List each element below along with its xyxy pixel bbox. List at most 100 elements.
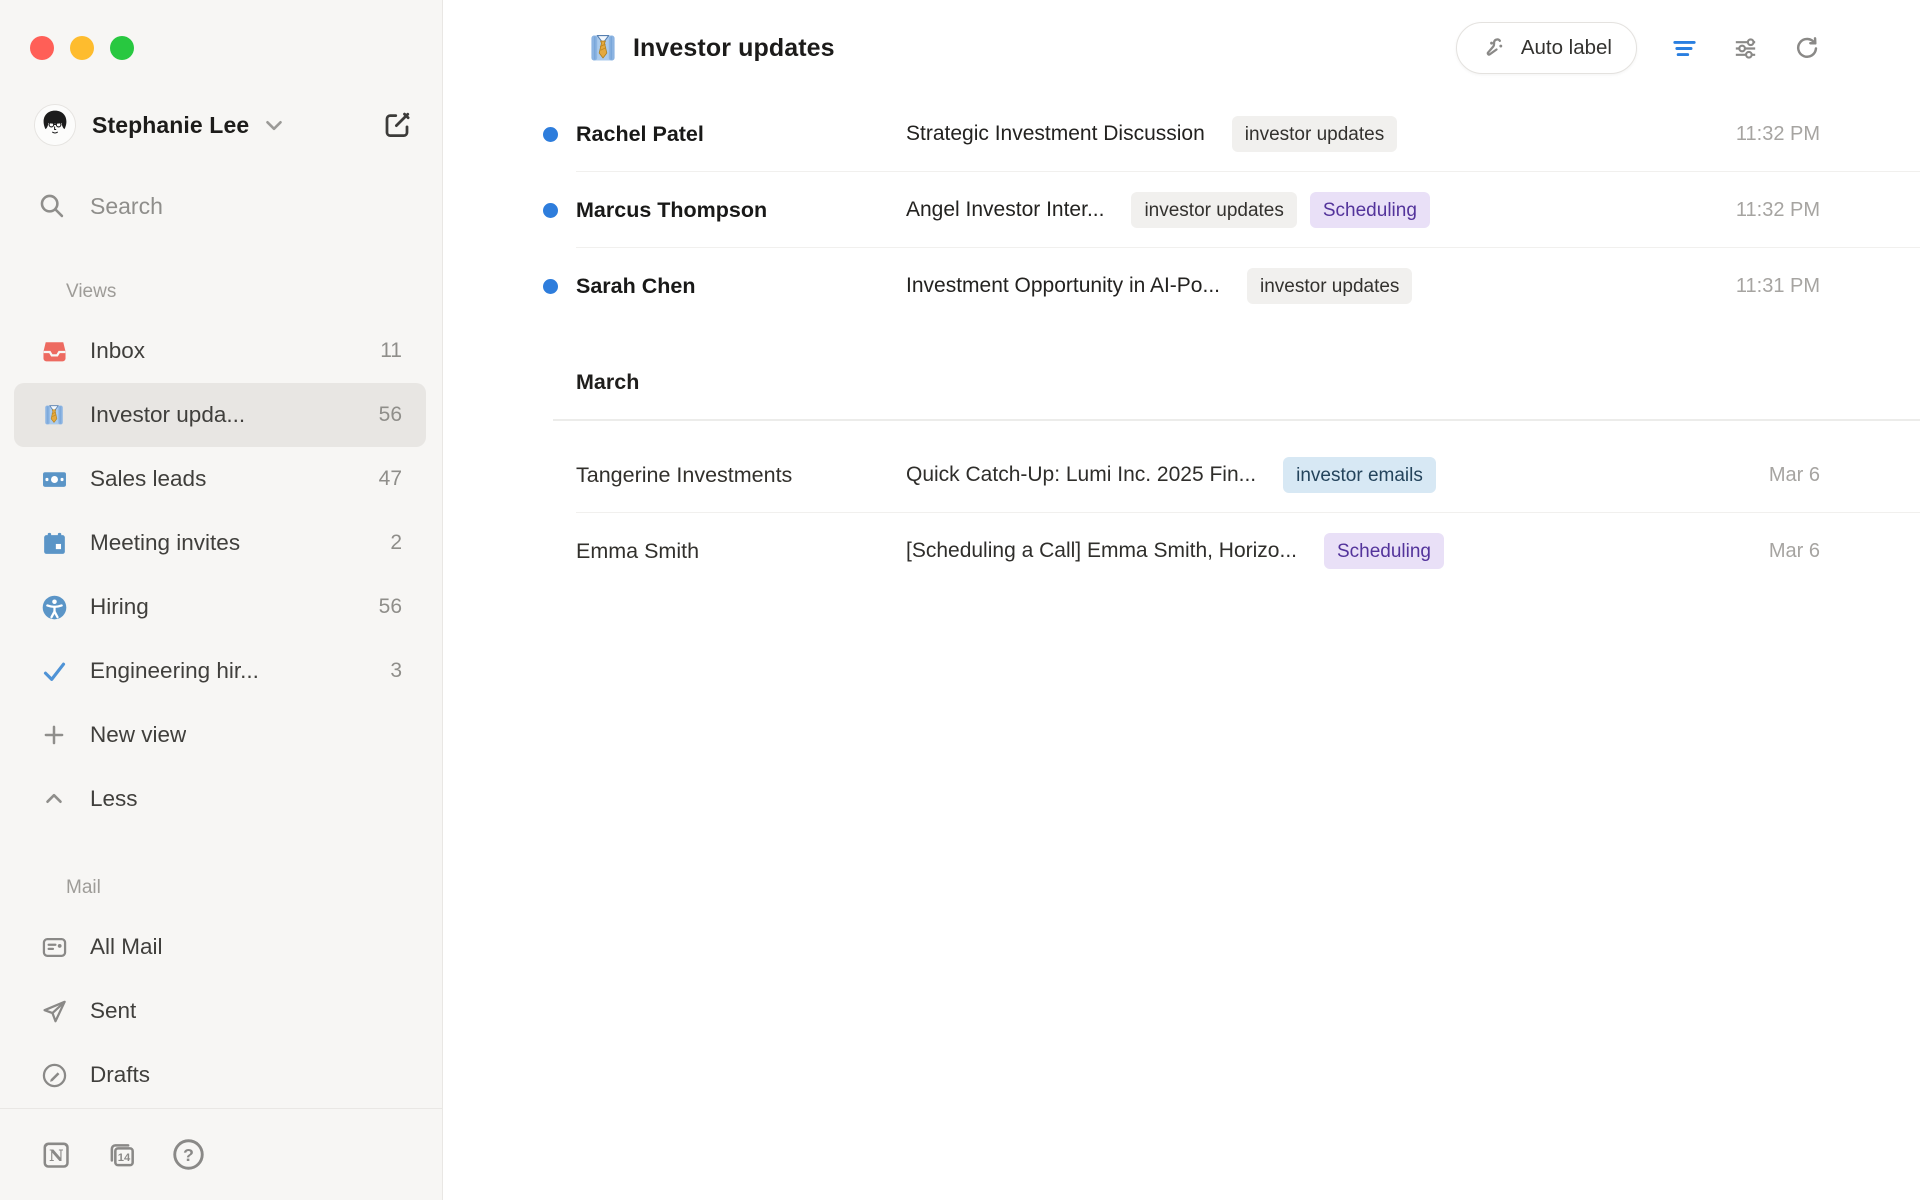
sidebar-item-new-view[interactable]: New view	[14, 703, 426, 767]
email-time: Mar 6	[1749, 464, 1820, 487]
sidebar-item-inbox[interactable]: Inbox 11	[14, 319, 426, 383]
sidebar-item-label: Sales leads	[90, 466, 206, 492]
email-subject: Quick Catch-Up: Lumi Inc. 2025 Fin...	[906, 463, 1256, 487]
email-time: 11:31 PM	[1716, 275, 1820, 298]
email-time: 11:32 PM	[1716, 199, 1820, 222]
views-list: Inbox 11 Investor upda... 56 Sales leads…	[0, 319, 442, 831]
email-tags: investor updates	[1232, 116, 1397, 152]
necktie-emoji-icon	[40, 401, 68, 429]
sidebar-item-sales-leads[interactable]: Sales leads 47	[14, 447, 426, 511]
sidebar-item-label: Hiring	[90, 594, 149, 620]
sidebar-item-less[interactable]: Less	[14, 767, 426, 831]
label-tag[interactable]: Scheduling	[1310, 192, 1430, 228]
account-switcher[interactable]: Stephanie Lee	[34, 103, 412, 147]
header-controls: Auto label	[1456, 22, 1820, 74]
sidebar-item-hiring[interactable]: Hiring 56	[14, 575, 426, 639]
email-sender: Sarah Chen	[576, 274, 906, 299]
email-subject: Investment Opportunity in AI-Po...	[906, 274, 1220, 298]
search-placeholder: Search	[90, 193, 163, 220]
sidebar-item-count: 11	[380, 339, 402, 363]
plus-icon	[40, 721, 68, 749]
close-window-button[interactable]	[30, 36, 54, 60]
views-section-label: Views	[66, 281, 442, 303]
email-tags: Scheduling	[1324, 533, 1444, 569]
search-icon	[38, 192, 66, 220]
email-tags: investor updates Scheduling	[1131, 192, 1429, 228]
sidebar-item-label: New view	[90, 722, 186, 748]
money-icon	[40, 465, 68, 493]
sidebar-item-drafts[interactable]: Drafts	[14, 1043, 426, 1107]
unread-dot-icon	[543, 127, 558, 142]
email-row[interactable]: Rachel Patel Strategic Investment Discus…	[443, 96, 1920, 172]
group-body: Rachel Patel Strategic Investment Discus…	[443, 96, 1920, 324]
wand-icon	[1481, 35, 1508, 62]
check-icon	[40, 657, 68, 685]
sidebar-item-label: Investor upda...	[90, 402, 245, 428]
auto-label-button[interactable]: Auto label	[1456, 22, 1637, 74]
svg-text:?: ?	[183, 1145, 194, 1165]
email-row[interactable]: Tangerine Investments Quick Catch-Up: Lu…	[443, 437, 1920, 513]
mail-section-label: Mail	[66, 877, 442, 899]
label-tag[interactable]: Scheduling	[1324, 533, 1444, 569]
sidebar: Stephanie Lee Search Views Inbox 11 Inve…	[0, 0, 443, 1200]
email-row[interactable]: Emma Smith [Scheduling a Call] Emma Smit…	[443, 513, 1920, 589]
view-header: Investor updates Auto label	[443, 0, 1920, 96]
mail-list: All Mail Sent Drafts	[0, 915, 442, 1107]
group-body: Tangerine Investments Quick Catch-Up: Lu…	[443, 421, 1920, 589]
sidebar-item-label: Meeting invites	[90, 530, 240, 556]
email-sender: Emma Smith	[576, 539, 906, 564]
calendar-icon	[40, 529, 68, 557]
search-input[interactable]: Search	[38, 189, 412, 223]
label-tag[interactable]: investor updates	[1247, 268, 1412, 304]
sidebar-item-investor-upda[interactable]: Investor upda... 56	[14, 383, 426, 447]
refresh-icon[interactable]	[1793, 35, 1820, 62]
email-sender: Marcus Thompson	[576, 198, 906, 223]
notion-icon[interactable]: N	[40, 1139, 72, 1171]
compose-button[interactable]	[382, 110, 412, 140]
sent-icon	[40, 997, 68, 1025]
email-subject: [Scheduling a Call] Emma Smith, Horizo..…	[906, 539, 1297, 563]
email-row[interactable]: Marcus Thompson Angel Investor Inter... …	[443, 172, 1920, 248]
chevron-down-icon	[261, 112, 287, 138]
email-row[interactable]: Sarah Chen Investment Opportunity in AI-…	[443, 248, 1920, 324]
sidebar-item-engineering-hir[interactable]: Engineering hir... 3	[14, 639, 426, 703]
sidebar-item-label: Inbox	[90, 338, 145, 364]
sidebar-item-count: 3	[390, 659, 402, 683]
svg-text:N: N	[49, 1146, 64, 1165]
label-tag[interactable]: investor emails	[1283, 457, 1436, 493]
label-tag[interactable]: investor updates	[1131, 192, 1296, 228]
email-time: Mar 6	[1749, 540, 1820, 563]
chevron-up-icon	[40, 785, 68, 813]
page-title: Investor updates	[633, 34, 835, 63]
group-heading: March	[443, 324, 1920, 419]
inbox-icon	[40, 337, 68, 365]
drafts-icon	[40, 1061, 68, 1089]
email-subject: Strategic Investment Discussion	[906, 122, 1205, 146]
help-icon[interactable]: ?	[172, 1138, 205, 1171]
sidebar-item-count: 56	[379, 595, 402, 619]
sidebar-item-count: 56	[379, 403, 402, 427]
sidebar-item-sent[interactable]: Sent	[14, 979, 426, 1043]
email-sender: Tangerine Investments	[576, 463, 906, 488]
sidebar-item-meeting-invites[interactable]: Meeting invites 2	[14, 511, 426, 575]
email-tags: investor updates	[1247, 268, 1412, 304]
calendar-14-icon[interactable]: 14	[106, 1139, 138, 1171]
label-tag[interactable]: investor updates	[1232, 116, 1397, 152]
sidebar-item-count: 2	[390, 531, 402, 555]
filter-icon[interactable]	[1671, 35, 1698, 62]
main-panel: Investor updates Auto label Rachel Patel…	[443, 0, 1920, 1200]
sliders-icon[interactable]	[1732, 35, 1759, 62]
zoom-window-button[interactable]	[110, 36, 134, 60]
sidebar-item-label: Drafts	[90, 1062, 150, 1088]
email-sender: Rachel Patel	[576, 122, 906, 147]
email-tags: investor emails	[1283, 457, 1436, 493]
auto-label-label: Auto label	[1521, 36, 1612, 60]
window-controls	[30, 36, 134, 60]
sidebar-item-label: Less	[90, 786, 138, 812]
sidebar-item-all-mail[interactable]: All Mail	[14, 915, 426, 979]
sidebar-item-count: 47	[379, 467, 402, 491]
unread-dot-icon	[543, 203, 558, 218]
minimize-window-button[interactable]	[70, 36, 94, 60]
svg-text:14: 14	[118, 1152, 131, 1164]
sidebar-item-label: Engineering hir...	[90, 658, 259, 684]
